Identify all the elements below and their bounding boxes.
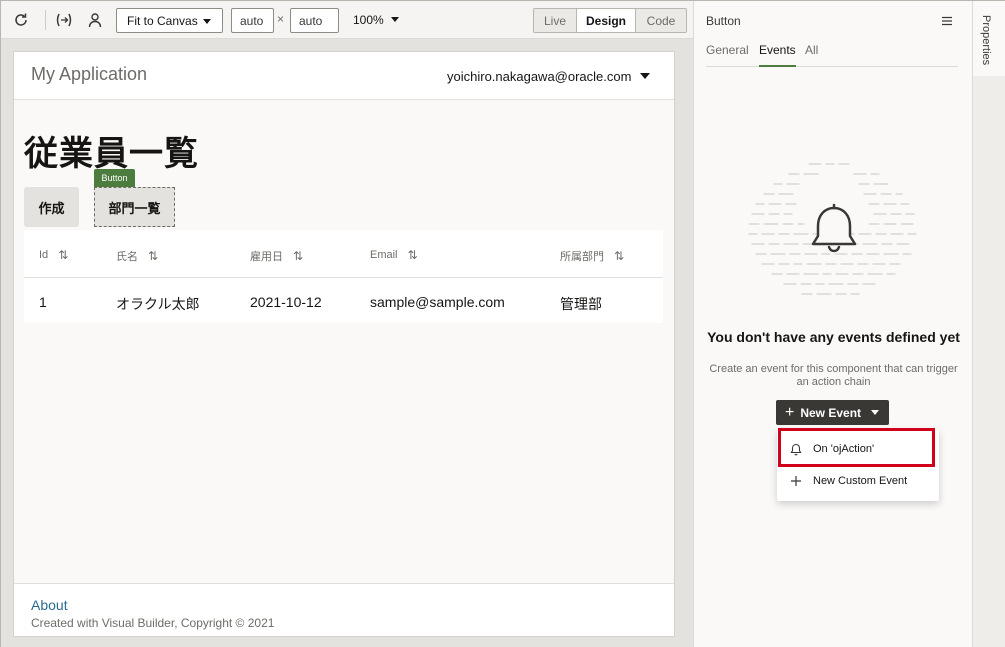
properties-side-tab-label: Properties [980,15,992,66]
dimension-separator: × [277,12,285,26]
user-menu[interactable]: yoichiro.nakagawa@oracle.com [447,69,631,84]
sort-icon[interactable]: ⇅ [408,248,418,262]
sort-icon[interactable]: ⇅ [58,248,68,262]
new-event-label: New Event [800,405,862,420]
live-mode-button[interactable]: Live [534,9,577,32]
canvas-width-input[interactable]: auto [231,8,274,33]
canvas-height-input[interactable]: auto [290,8,339,33]
empty-state-description: Create an event for this component that … [709,363,958,388]
selected-component-tag: Button [94,169,135,187]
designer-toolbar: Fit to Canvas auto × auto 100% Live Desi… [1,1,693,39]
empty-state-title: You don't have any events defined yet [707,329,960,345]
column-header-label: 雇用日 [250,251,283,263]
new-event-button[interactable]: + New Event [776,400,889,425]
column-header-id[interactable]: Id ⇅ [39,248,68,262]
table-cell: 2021-10-12 [250,294,322,310]
zoom-chevron-down-icon[interactable] [391,17,399,22]
tab-events[interactable]: Events [759,43,796,67]
variable-icon[interactable] [54,10,74,30]
chevron-down-icon [871,410,879,415]
panel-title: Button [706,14,741,28]
side-tab-strip: Properties [972,1,1005,647]
page-title: 従業員一覧 [24,135,199,173]
employee-table: Id ⇅ 氏名 ⇅ 雇用日 ⇅ Email ⇅ 所属部門 ⇅ 1 オラクル太郎 … [24,230,663,323]
column-header-label: 所属部門 [560,251,604,263]
column-header-department[interactable]: 所属部門 ⇅ [560,248,624,264]
code-mode-button[interactable]: Code [636,9,686,32]
sort-icon[interactable]: ⇅ [148,249,158,263]
chevron-down-icon [203,19,211,24]
menu-item-new-custom-event[interactable]: New Custom Event [777,465,939,497]
sort-icon[interactable]: ⇅ [614,249,624,263]
column-header-label: Email [370,249,398,261]
plus-icon [789,474,803,488]
new-event-menu: On 'ojAction' New Custom Event [777,429,939,501]
view-mode-toggle: Live Design Code [533,8,687,33]
table-cell: 管理部 [560,296,602,312]
table-cell: オラクル太郎 [116,296,200,312]
zoom-select[interactable]: 100% [353,13,384,27]
bell-icon [789,442,803,456]
column-header-label: Id [39,249,49,261]
copyright-text: Created with Visual Builder, Copyright ©… [31,616,275,630]
menu-item-on-ojaction[interactable]: On 'ojAction' [777,433,939,465]
table-cell: sample@sample.com [370,294,505,310]
tab-all[interactable]: All [805,43,818,67]
department-list-button[interactable]: 部門一覧 [94,187,175,227]
plus-icon: + [785,403,795,421]
panel-tabs: General Events All [706,43,958,67]
refresh-icon[interactable] [11,10,31,30]
menu-item-label: On 'ojAction' [813,443,875,455]
hamburger-menu-icon[interactable] [940,14,954,28]
create-button[interactable]: 作成 [24,187,79,227]
table-divider [24,277,663,278]
column-header-email[interactable]: Email ⇅ [370,248,418,262]
design-mode-button[interactable]: Design [577,9,636,32]
menu-item-label: New Custom Event [813,475,908,487]
app-preview: My Application yoichiro.nakagawa@oracle.… [13,51,675,637]
tab-general[interactable]: General [706,43,749,67]
app-footer: About Created with Visual Builder, Copyr… [14,583,674,636]
empty-state-illustration [744,156,924,306]
table-cell: 1 [39,294,47,310]
column-header-hire-date[interactable]: 雇用日 ⇅ [250,248,303,264]
fit-to-canvas-select[interactable]: Fit to Canvas [116,8,223,33]
properties-side-tab[interactable]: Properties [973,1,1005,76]
app-header: My Application yoichiro.nakagawa@oracle.… [14,52,674,100]
about-link[interactable]: About [31,597,68,613]
app-title: My Application [31,64,148,84]
column-header-label: 氏名 [116,251,138,263]
column-header-name[interactable]: 氏名 ⇅ [116,248,158,264]
fit-to-canvas-label: Fit to Canvas [127,13,198,28]
user-icon[interactable] [85,10,105,30]
user-menu-chevron-icon[interactable] [640,73,650,79]
toolbar-divider [45,10,46,30]
properties-panel: Button General Events All You don't have… [693,1,972,647]
sort-icon[interactable]: ⇅ [293,249,303,263]
